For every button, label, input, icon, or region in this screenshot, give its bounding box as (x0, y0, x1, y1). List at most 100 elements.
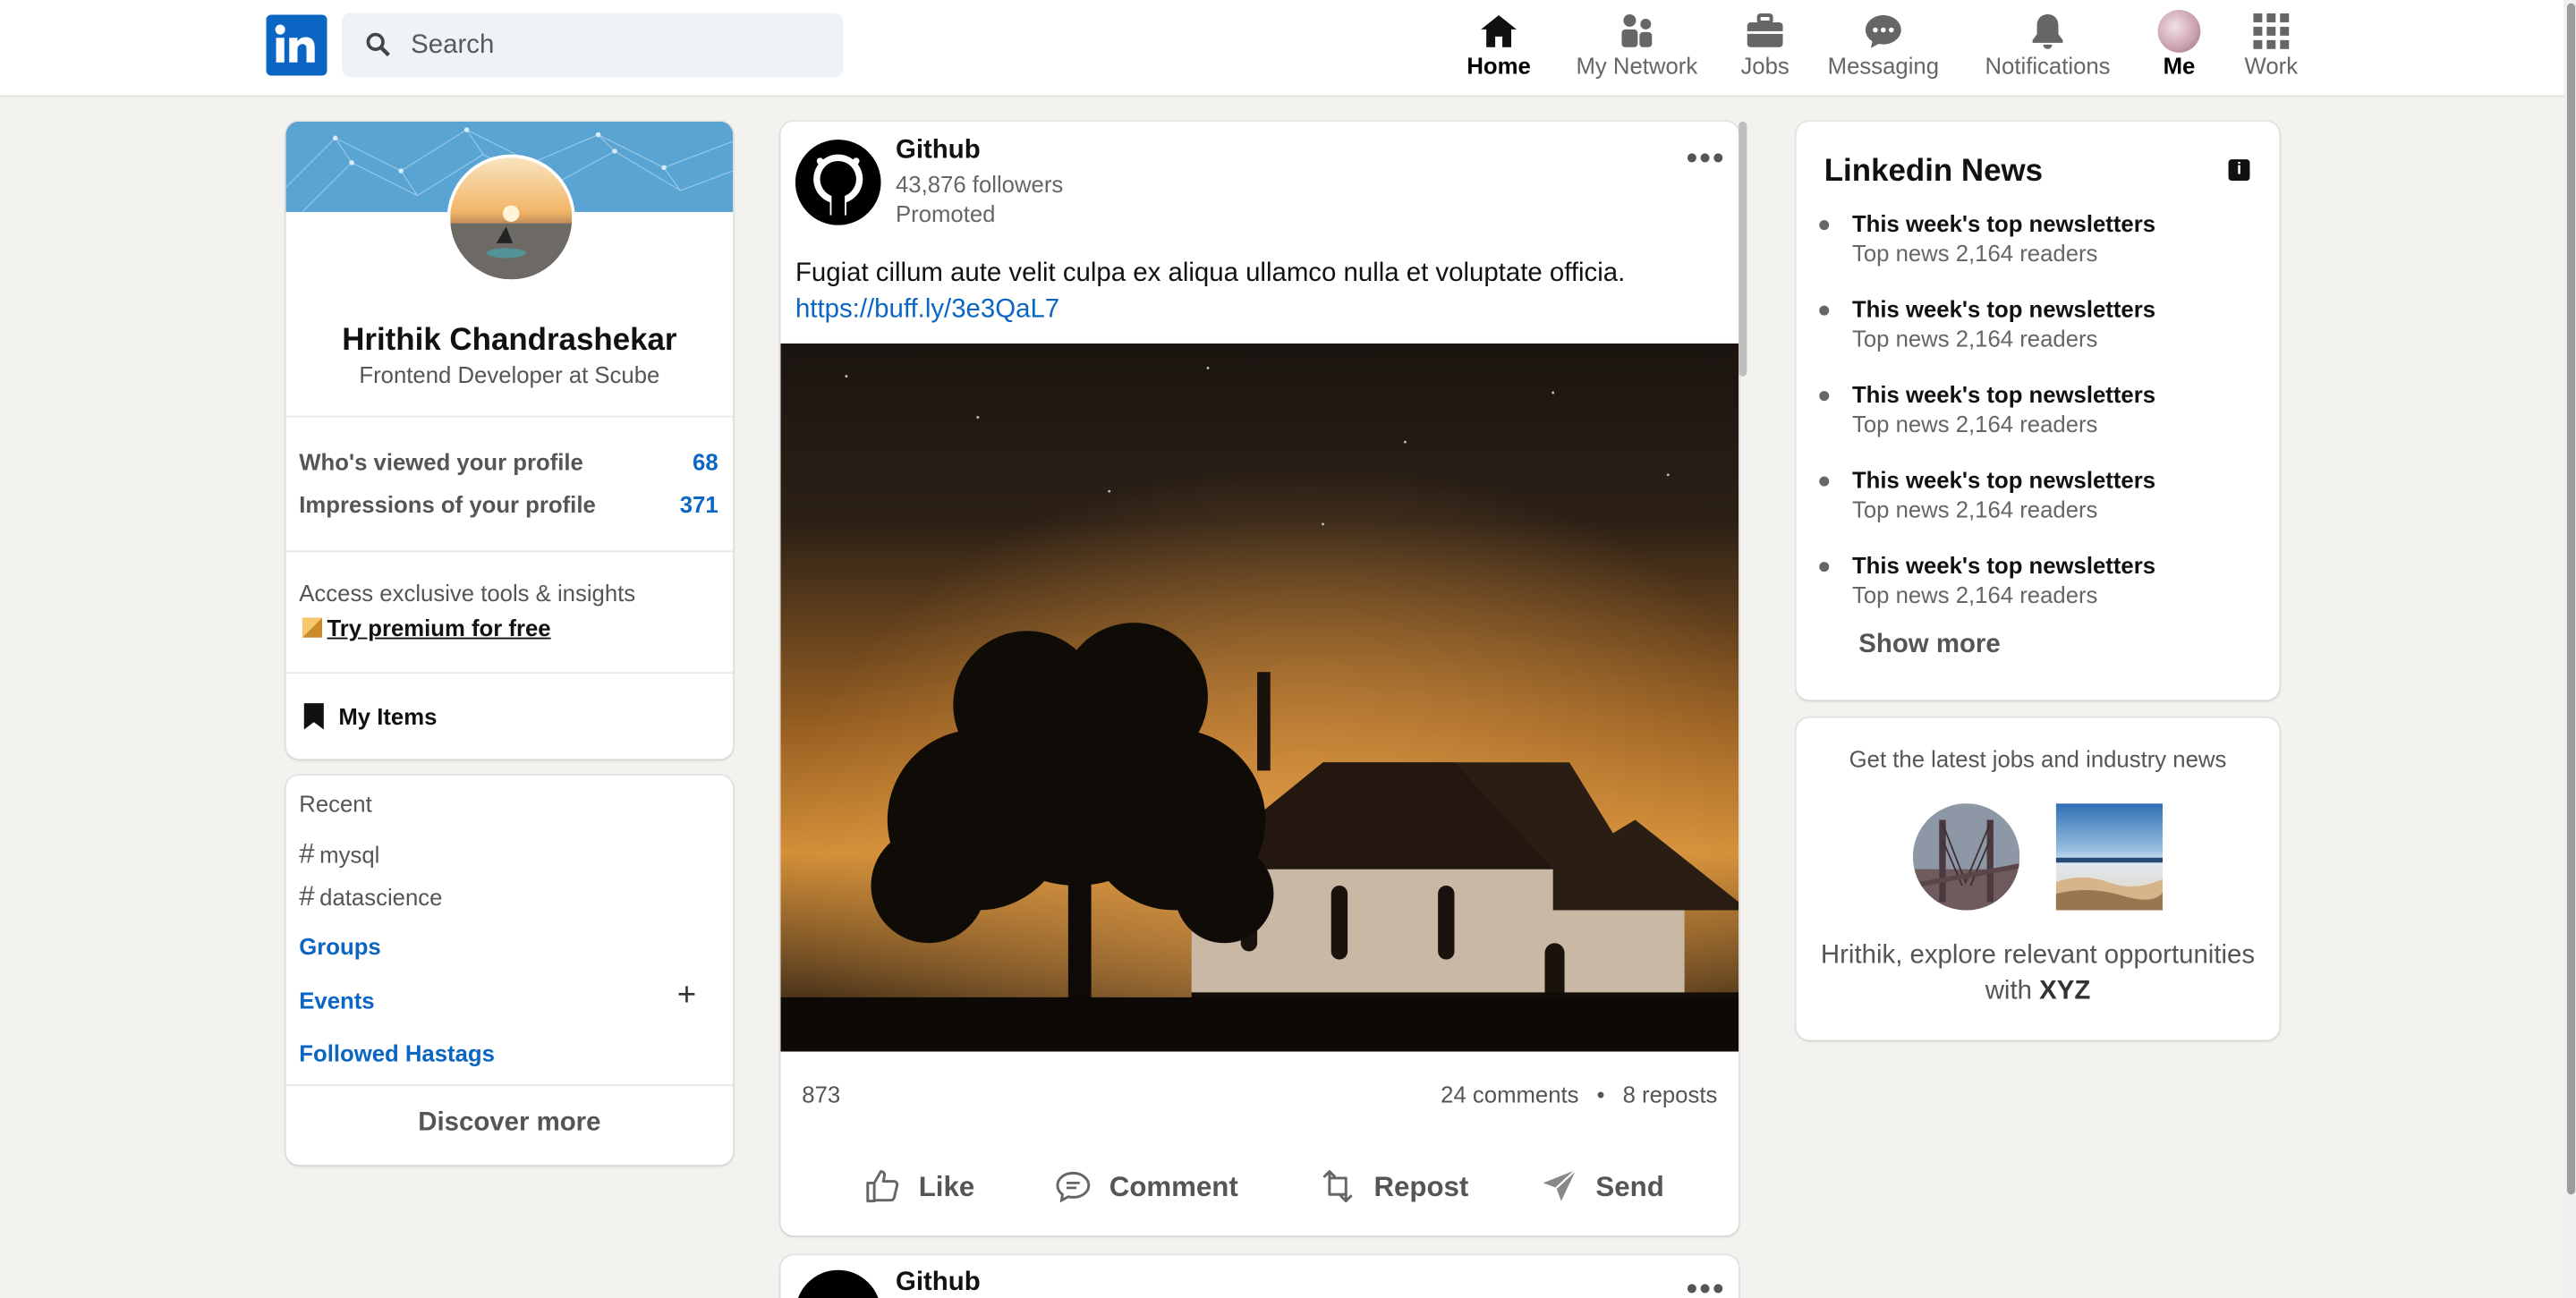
promo-message-text: Hrithik, explore relevant opportunities … (1820, 941, 2256, 1006)
send-button[interactable]: Send (1540, 1167, 1664, 1206)
post-scrollbar[interactable] (1739, 121, 1747, 377)
nav-me[interactable]: Me (2147, 10, 2212, 85)
nav-my-network[interactable]: My Network (1568, 10, 1705, 85)
bullet (1819, 305, 1830, 316)
profile-card: Hrithik Chandrashekar Frontend Developer… (285, 121, 734, 759)
search-input[interactable] (407, 26, 826, 66)
news-item[interactable]: This week's top newsletters Top news 2,16… (1819, 381, 2156, 437)
hashtag-icon: # (299, 880, 315, 912)
network-icon (1621, 13, 1653, 47)
repost-icon (1322, 1170, 1353, 1203)
search-icon (365, 31, 391, 66)
news-item[interactable]: This week's top newsletters Top news 2,16… (1819, 210, 2156, 267)
discover-more-button[interactable]: Discover more (286, 1109, 734, 1139)
send-icon (1543, 1168, 1577, 1201)
add-event-icon[interactable]: + (677, 978, 696, 1015)
divider (285, 672, 734, 674)
post-image[interactable] (780, 343, 1739, 1052)
divider (285, 1084, 734, 1087)
premium-text: Access exclusive tools & insights (299, 580, 636, 607)
comment-button[interactable]: Comment (1053, 1167, 1238, 1206)
nav-messaging[interactable]: Messaging (1824, 10, 1943, 85)
recent-tag-datascience[interactable]: # datascience (299, 880, 442, 913)
news-item-sub: Top news 2,164 readers (1851, 411, 2098, 437)
repost-button[interactable]: Repost (1318, 1167, 1468, 1206)
search-bar[interactable] (342, 13, 844, 78)
post-company-name[interactable]: Github (896, 136, 981, 165)
nav-me-label: Me (2163, 52, 2196, 80)
nav-messaging-label: Messaging (1827, 52, 1940, 80)
news-item-title: This week's top newsletters (1851, 210, 2156, 237)
recent-card: Recent # mysql # datascience Groups Events… (285, 775, 734, 1166)
bookmark-icon (303, 703, 324, 730)
profile-views-row[interactable]: Who's viewed your profile 68 (299, 448, 718, 474)
nav-jobs-label: Jobs (1740, 52, 1790, 80)
nav-home-label: Home (1467, 52, 1531, 80)
news-item[interactable]: This week's top newsletters Top news 2,16… (1819, 466, 2156, 522)
profile-impressions-row[interactable]: Impressions of your profile 371 (299, 491, 718, 517)
news-item-title: This week's top newsletters (1851, 466, 2156, 494)
premium-icon (302, 617, 322, 638)
messaging-icon (1865, 14, 1901, 48)
recent-tag-mysql[interactable]: # mysql (299, 838, 379, 871)
profile-avatar[interactable] (446, 154, 575, 283)
promo-brand[interactable]: XYZ (2039, 978, 2090, 1005)
post-company-name[interactable]: Github (896, 1268, 981, 1298)
feed-post: Github 43,876 followers Promoted ••• Fug… (780, 121, 1739, 1236)
info-icon[interactable]: i (2228, 159, 2250, 182)
news-item-title: This week's top newsletters (1851, 381, 2156, 408)
divider (285, 550, 734, 553)
groups-link[interactable]: Groups (299, 933, 380, 959)
reposts-count[interactable]: 8 reposts (1623, 1082, 1718, 1107)
post-more-options-icon[interactable]: ••• (1686, 141, 1725, 179)
hashtag-icon: # (299, 837, 315, 870)
news-card: Linkedin News i This week's top newslett… (1796, 121, 2280, 700)
bullet (1819, 391, 1830, 402)
news-item-title: This week's top newsletters (1851, 295, 2156, 322)
news-item[interactable]: This week's top newsletters Top news 2,16… (1819, 295, 2156, 352)
events-link[interactable]: Events (299, 988, 374, 1014)
news-item-sub: Top news 2,164 readers (1851, 325, 2098, 352)
nav-notifications-label: Notifications (1985, 52, 2111, 80)
counts-separator: • (1596, 1081, 1605, 1107)
linkedin-logo-icon[interactable] (266, 14, 327, 76)
my-items-link[interactable]: My Items (302, 701, 437, 731)
recent-heading: Recent (299, 790, 372, 817)
bullet (1819, 476, 1830, 487)
post-counts: 24 comments • 8 reposts (1441, 1082, 1717, 1107)
comment-label: Comment (1109, 1171, 1238, 1203)
recent-tag-label: datascience (319, 884, 443, 911)
recent-tag-label: mysql (319, 841, 380, 868)
promo-message: Hrithik, explore relevant opportunities … (1797, 938, 2280, 1011)
avatar (2157, 10, 2201, 53)
page-scrollbar-thumb[interactable] (2566, 3, 2576, 1195)
post-more-options-icon[interactable]: ••• (1686, 1272, 1725, 1298)
comments-count[interactable]: 24 comments (1441, 1082, 1578, 1107)
try-premium-label: Try premium for free (327, 614, 551, 641)
show-more-button[interactable]: Show more (1858, 631, 2000, 660)
promo-card: Get the latest jobs and industry news Hr… (1796, 717, 2280, 1040)
company-logo (2055, 803, 2164, 911)
divider (285, 415, 734, 418)
news-item[interactable]: This week's top newsletters Top news 2,16… (1819, 552, 2155, 608)
nav-notifications[interactable]: Notifications (1976, 10, 2121, 85)
nav-network-label: My Network (1576, 52, 1698, 80)
post-link[interactable]: https://buff.ly/3e3QaL7 (795, 296, 1059, 326)
bell-icon (2032, 13, 2063, 49)
send-label: Send (1595, 1171, 1664, 1203)
reaction-count[interactable]: 873 (802, 1082, 840, 1107)
like-button[interactable]: Like (863, 1167, 974, 1206)
profile-headline: Frontend Developer at Scube (359, 361, 660, 388)
followed-hashtags-link[interactable]: Followed Hastags (299, 1040, 495, 1066)
github-icon[interactable] (795, 140, 881, 225)
nav-work[interactable]: Work (2239, 10, 2304, 85)
nav-home[interactable]: Home (1458, 10, 1540, 85)
top-nav: Home My Network Jobs Messaging Notificat… (0, 0, 2576, 98)
profile-impressions-label: Impressions of your profile (299, 491, 596, 518)
try-premium-link[interactable]: Try premium for free (302, 615, 551, 641)
profile-name[interactable]: Hrithik Chandrashekar (286, 324, 734, 360)
grid-icon (2253, 13, 2290, 49)
news-item-sub: Top news 2,164 readers (1851, 240, 2098, 267)
nav-jobs[interactable]: Jobs (1734, 10, 1797, 85)
github-icon[interactable] (795, 1269, 881, 1298)
